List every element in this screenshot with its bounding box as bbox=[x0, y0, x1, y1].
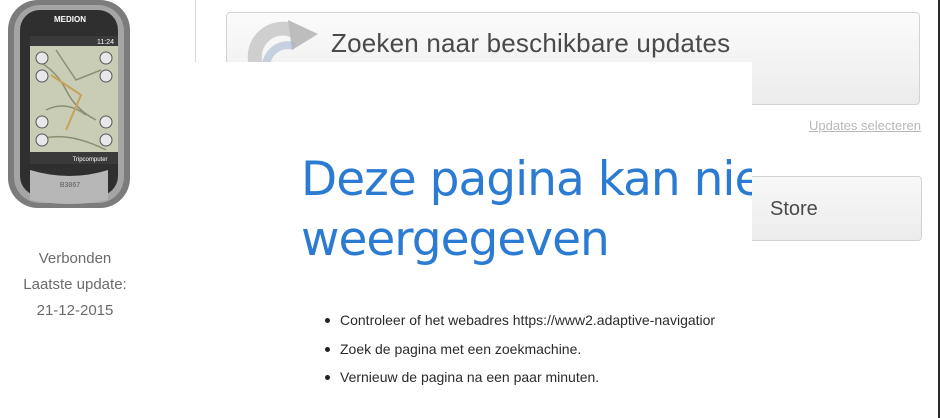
device-model: B3867 bbox=[60, 182, 80, 189]
error-title: Deze pagina kan niet, weergegeven bbox=[301, 150, 752, 270]
error-tip-search-engine: Zoek de pagina met een zoekmachine. bbox=[321, 335, 715, 364]
error-tip-check-address: Controleer of het webadres https://www2.… bbox=[321, 306, 715, 335]
device-column: MEDION 11:24 Tripcomputer B3867 Verbonde… bbox=[0, 0, 196, 418]
error-title-line-2: weergegeven bbox=[301, 212, 610, 267]
error-title-line-1: Deze pagina kan niet, bbox=[301, 152, 752, 207]
device-status: Verbonden Laatste update: 21-12-2015 bbox=[0, 246, 150, 324]
gps-device-image: MEDION 11:24 Tripcomputer B3867 bbox=[8, 0, 130, 208]
status-connected: Verbonden bbox=[38, 250, 112, 267]
device-brand: MEDION bbox=[54, 15, 86, 24]
status-last-update-label: Laatste update: bbox=[23, 276, 127, 293]
error-page: Deze pagina kan niet, weergegeven Contro… bbox=[196, 62, 752, 418]
select-updates-link[interactable]: Updates selecteren bbox=[809, 118, 921, 133]
device-map-button: Tripcomputer bbox=[72, 157, 107, 163]
store-button-label: Store bbox=[770, 198, 818, 220]
column-divider bbox=[195, 0, 196, 62]
error-tips-list: Controleer of het webadres https://www2.… bbox=[321, 306, 715, 392]
device-clock: 11:24 bbox=[97, 39, 114, 46]
status-last-update-date: 21-12-2015 bbox=[36, 302, 114, 319]
store-button[interactable]: Store bbox=[740, 176, 922, 241]
error-tip-refresh: Vernieuw de pagina na een paar minuten. bbox=[321, 363, 715, 392]
search-updates-label: Zoeken naar beschikbare updates bbox=[331, 28, 731, 58]
